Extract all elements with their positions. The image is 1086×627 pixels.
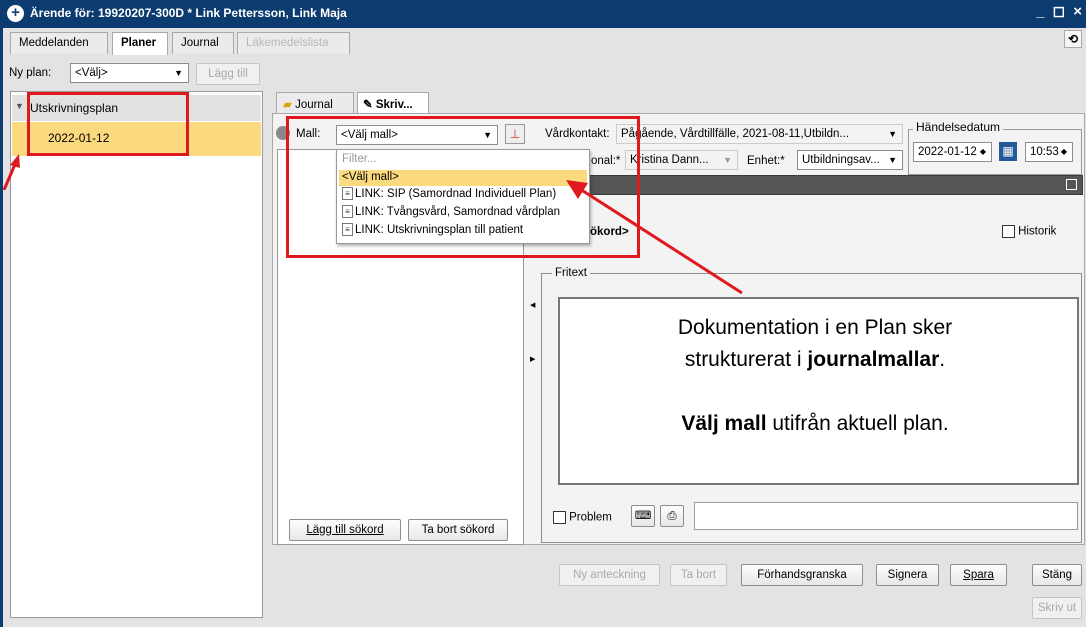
tree-group-label: Utskrivningsplan [30, 101, 119, 115]
red-arrow-tree [2, 154, 20, 190]
enhet-label: Enhet:* [747, 155, 785, 167]
personal-label: onal:* [591, 155, 621, 167]
tree-expand-icon[interactable]: ▼ [15, 101, 24, 111]
tab-journal-sub[interactable]: ▰ Journal [276, 92, 354, 114]
paperclip-icon[interactable]: ⎙ [660, 505, 684, 527]
annotation-line3-bold: Välj mall [681, 412, 767, 435]
mall-dropdown: Filter... <Välj mall> ≡ LINK: SIP (Samord… [336, 149, 590, 244]
annotation-text: Dokumentation i en Plan sker strukturera… [560, 312, 1070, 440]
ta-bort-button[interactable]: Ta bort [670, 564, 727, 586]
checkbox-icon [1002, 225, 1015, 238]
ny-anteckning-button[interactable]: Ny anteckning [559, 564, 660, 586]
comment-icon[interactable]: ⌨ [631, 505, 655, 527]
spinner-icon: ◆ [1060, 147, 1067, 156]
vardkontakt-label: Vårdkontakt: [545, 128, 610, 140]
personal-value: Kristina Dann... [630, 154, 709, 166]
dropdown-item-tvangsvard[interactable]: ≡ LINK: Tvångsvård, Samordnad vårdplan [339, 205, 587, 221]
edit-icon: ✎ [363, 99, 373, 111]
spinner-icon: ◆ [979, 147, 986, 156]
signera-button[interactable]: Signera [876, 564, 939, 586]
vardkontakt-value: Pågående, Vårdtillfälle, 2021-08-11,Utbi… [621, 128, 850, 140]
date-field[interactable]: 2022-01-12 ◆ [913, 142, 992, 162]
folder-icon: ▰ [283, 99, 292, 111]
chevron-down-icon: ▼ [483, 130, 492, 140]
time-field[interactable]: 10:53 ◆ [1025, 142, 1073, 162]
checkbox-icon [553, 511, 566, 524]
red-arrow-dropdown [566, 180, 743, 295]
mall-select[interactable]: <Välj mall> ▼ [336, 125, 498, 145]
dropdown-filter-input[interactable]: Filter... [339, 152, 587, 168]
clock-help-icon[interactable]: ⟲ [1064, 30, 1082, 48]
chevron-down-icon: ▼ [888, 155, 897, 165]
lagg-till-button[interactable]: Lägg till [196, 63, 260, 85]
annotation-line2-post: . [939, 348, 946, 371]
tab-skriv[interactable]: ✎ Skriv... [357, 92, 429, 115]
problem-label: Problem [569, 511, 612, 524]
skriv-tab-label: Skriv... [375, 99, 413, 111]
spara-label: Spara [963, 569, 994, 581]
vardkontakt-select[interactable]: Pågående, Vårdtillfälle, 2021-08-11,Utbi… [616, 124, 903, 144]
mall-label: Mall: [296, 128, 321, 140]
annotation-line1: Dokumentation i en Plan sker [677, 316, 953, 339]
annotation-spacer [560, 376, 1070, 408]
lagg-till-sokord-button[interactable]: Lägg till sökord [289, 519, 401, 541]
problem-checkbox[interactable]: Problem [553, 511, 612, 524]
chevron-down-icon: ▼ [174, 68, 183, 78]
tab-journal[interactable]: Journal [172, 32, 234, 54]
handelsedatum-legend: Händelsedatum [913, 120, 1004, 134]
ny-plan-label: Ny plan: [9, 67, 52, 79]
dropdown-item-valj-mall[interactable]: <Välj mall> [339, 170, 587, 186]
title-bar: + Ärende för: 19920207-300D * Link Pette… [0, 0, 1086, 28]
annotation-line2-bold: journalmallar [807, 348, 940, 371]
ny-plan-select[interactable]: <Välj> ▼ [70, 63, 189, 83]
template-doc-icon: ≡ [342, 205, 353, 219]
calendar-icon[interactable]: ▦ [999, 142, 1017, 161]
problem-input[interactable] [694, 502, 1078, 530]
plan-tree [10, 91, 263, 618]
historik-label: Historik [1018, 225, 1057, 238]
expand-right-icon[interactable]: ▶ [530, 355, 535, 363]
window-title: Ärende för: 19920207-300D * Link Petters… [30, 6, 347, 20]
forhandsgranska-button[interactable]: Förhandsgranska [741, 564, 863, 586]
window-controls[interactable]: _ ◻ × [1036, 2, 1084, 20]
journal-tab-label: Journal [295, 99, 333, 111]
template-doc-icon: ≡ [342, 223, 353, 237]
template-doc-icon: ≡ [342, 187, 353, 201]
chevron-down-icon: ▼ [888, 129, 897, 139]
collapse-left-icon[interactable]: ◀ [530, 301, 535, 309]
info-circle-icon [276, 126, 290, 140]
dropdown-item-label: LINK: Utskrivningsplan till patient [355, 224, 524, 236]
chevron-down-icon: ▼ [723, 155, 732, 165]
dropdown-item-label: LINK: SIP (Samordnad Individuell Plan) [355, 188, 557, 200]
spara-button[interactable]: Spara [950, 564, 1007, 586]
stang-button[interactable]: Stäng [1032, 564, 1082, 586]
date-value: 2022-01-12 [918, 146, 977, 158]
tree-item-label: 2022-01-12 [48, 131, 110, 145]
dropdown-item-utskrivningsplan[interactable]: ≡ LINK: Utskrivningsplan till patient [339, 223, 587, 239]
dropdown-item-sip[interactable]: ≡ LINK: SIP (Samordnad Individuell Plan) [339, 187, 587, 203]
stamp-icon[interactable]: ⊥ [505, 124, 525, 144]
app-icon: + [7, 5, 24, 22]
annotation-line3-post: utifrån aktuell plan. [766, 412, 949, 435]
maximize-icon[interactable] [1066, 179, 1077, 190]
tab-planer[interactable]: Planer [112, 32, 168, 55]
ny-plan-value: <Välj> [75, 67, 108, 79]
enhet-value: Utbildningsav... [802, 154, 880, 166]
skriv-ut-button[interactable]: Skriv ut [1032, 597, 1082, 619]
dropdown-item-label: LINK: Tvångsvård, Samordnad vårdplan [355, 206, 560, 218]
ta-bort-sokord-button[interactable]: Ta bort sökord [408, 519, 508, 541]
personal-select[interactable]: Kristina Dann... ▼ [625, 150, 738, 170]
time-value: 10:53 [1030, 146, 1059, 158]
mall-value: <Välj mall> [341, 129, 398, 141]
enhet-select[interactable]: Utbildningsav... ▼ [797, 150, 903, 170]
annotation-line2-pre: strukturerat i [684, 348, 808, 371]
historik-checkbox[interactable]: Historik [1002, 225, 1056, 238]
tab-meddelanden[interactable]: Meddelanden [10, 32, 108, 54]
annotation-line2: strukturerat i journalmallar. [560, 344, 1070, 376]
annotation-line3: Välj mall utifrån aktuell plan. [560, 408, 1070, 440]
tab-lakemedelslista[interactable]: Läkemedelslista [237, 32, 350, 54]
lagg-till-sokord-label: Lägg till sökord [306, 524, 384, 536]
